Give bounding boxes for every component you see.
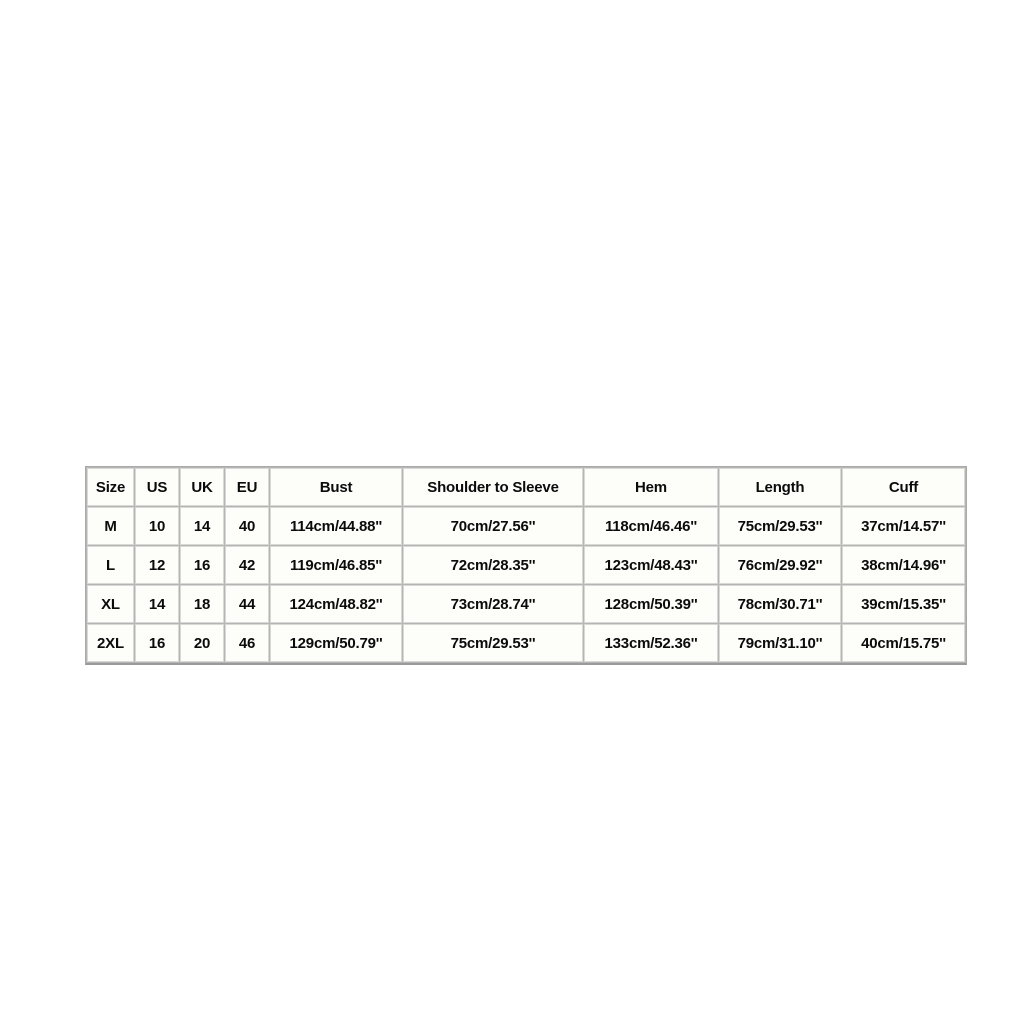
column-header-uk: UK — [180, 468, 224, 506]
cell-hem: 128cm/50.39'' — [584, 585, 718, 623]
size-chart-table: Size US UK EU Bust Shoulder to Sleeve He… — [85, 466, 967, 665]
cell-hem: 133cm/52.36'' — [584, 624, 718, 662]
cell-us: 14 — [135, 585, 179, 623]
table-row: 2XL 16 20 46 129cm/50.79'' 75cm/29.53'' … — [87, 624, 965, 662]
cell-cuff: 38cm/14.96'' — [842, 546, 965, 584]
column-header-bust: Bust — [270, 468, 402, 506]
cell-shoulder-to-sleeve: 70cm/27.56'' — [403, 507, 583, 545]
cell-size: XL — [87, 585, 134, 623]
cell-size: L — [87, 546, 134, 584]
cell-us: 10 — [135, 507, 179, 545]
column-header-shoulder-to-sleeve: Shoulder to Sleeve — [403, 468, 583, 506]
cell-uk: 16 — [180, 546, 224, 584]
cell-hem: 118cm/46.46'' — [584, 507, 718, 545]
cell-length: 75cm/29.53'' — [719, 507, 841, 545]
cell-bust: 129cm/50.79'' — [270, 624, 402, 662]
cell-shoulder-to-sleeve: 75cm/29.53'' — [403, 624, 583, 662]
cell-uk: 18 — [180, 585, 224, 623]
column-header-cuff: Cuff — [842, 468, 965, 506]
cell-hem: 123cm/48.43'' — [584, 546, 718, 584]
cell-us: 16 — [135, 624, 179, 662]
cell-shoulder-to-sleeve: 72cm/28.35'' — [403, 546, 583, 584]
size-chart-container: Size US UK EU Bust Shoulder to Sleeve He… — [85, 466, 967, 665]
cell-bust: 124cm/48.82'' — [270, 585, 402, 623]
cell-cuff: 37cm/14.57'' — [842, 507, 965, 545]
cell-size: 2XL — [87, 624, 134, 662]
cell-bust: 114cm/44.88'' — [270, 507, 402, 545]
cell-uk: 20 — [180, 624, 224, 662]
cell-shoulder-to-sleeve: 73cm/28.74'' — [403, 585, 583, 623]
table-row: XL 14 18 44 124cm/48.82'' 73cm/28.74'' 1… — [87, 585, 965, 623]
table-row: L 12 16 42 119cm/46.85'' 72cm/28.35'' 12… — [87, 546, 965, 584]
cell-us: 12 — [135, 546, 179, 584]
cell-eu: 44 — [225, 585, 269, 623]
table-header-row: Size US UK EU Bust Shoulder to Sleeve He… — [87, 468, 965, 506]
column-header-eu: EU — [225, 468, 269, 506]
column-header-hem: Hem — [584, 468, 718, 506]
cell-size: M — [87, 507, 134, 545]
table-row: M 10 14 40 114cm/44.88'' 70cm/27.56'' 11… — [87, 507, 965, 545]
cell-length: 78cm/30.71'' — [719, 585, 841, 623]
cell-eu: 46 — [225, 624, 269, 662]
column-header-size: Size — [87, 468, 134, 506]
cell-eu: 42 — [225, 546, 269, 584]
cell-length: 79cm/31.10'' — [719, 624, 841, 662]
cell-uk: 14 — [180, 507, 224, 545]
cell-bust: 119cm/46.85'' — [270, 546, 402, 584]
cell-cuff: 39cm/15.35'' — [842, 585, 965, 623]
cell-eu: 40 — [225, 507, 269, 545]
cell-cuff: 40cm/15.75'' — [842, 624, 965, 662]
column-header-us: US — [135, 468, 179, 506]
cell-length: 76cm/29.92'' — [719, 546, 841, 584]
column-header-length: Length — [719, 468, 841, 506]
